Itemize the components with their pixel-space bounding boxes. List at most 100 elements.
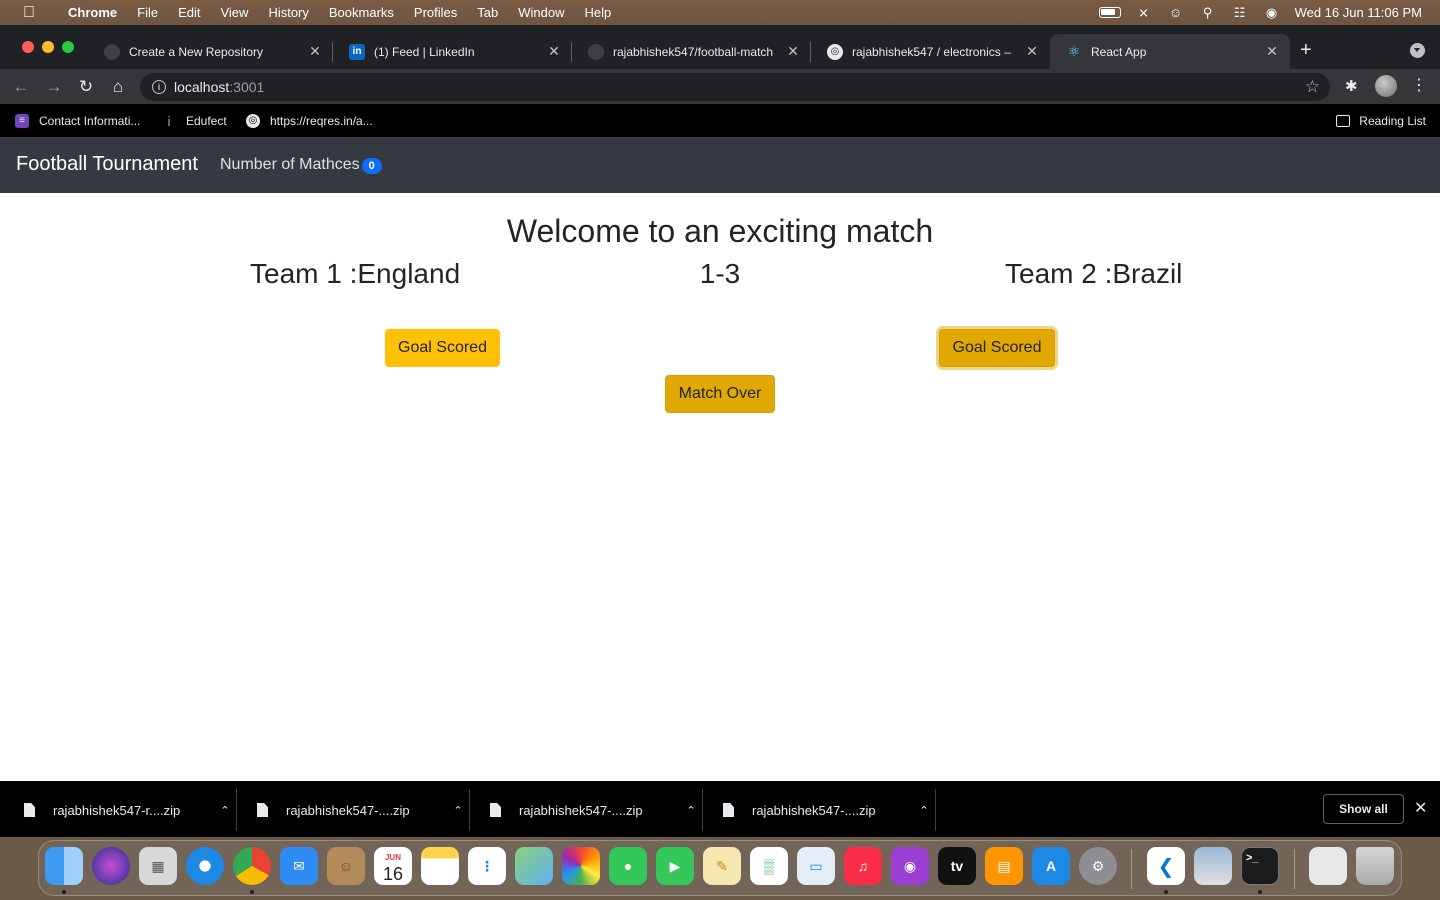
podcasts-icon[interactable]: ◉ [891,847,929,885]
reminders-icon[interactable]: ⋮ [468,847,506,885]
tab-create-repository[interactable]: Create a New Repository ✕ [88,34,333,69]
siri-icon[interactable]: ◉ [1263,5,1281,20]
show-all-downloads-button[interactable]: Show all [1323,794,1404,824]
address-bar[interactable]: i localhost :3001 ☆ [140,73,1330,101]
close-downloads-icon[interactable]: ✕ [1414,798,1427,818]
notes-icon[interactable] [421,847,459,885]
home-icon[interactable]: ⌂ [107,76,129,98]
battery-icon[interactable] [1098,7,1121,18]
menu-clock[interactable]: Wed 16 Jun 11:06 PM [1295,5,1422,20]
chrome-icon[interactable] [233,847,271,885]
trash-icon[interactable] [1356,847,1394,885]
wifi-icon[interactable]: ☺ [1167,5,1185,20]
control-center-icon[interactable]: ☷ [1231,5,1249,20]
bookmark-reqres[interactable]: ◎ https://reqres.in/a... [246,104,373,137]
chrome-menu-icon[interactable]: ⋮ [1411,75,1427,95]
menu-file[interactable]: File [127,5,168,20]
menu-edit[interactable]: Edit [168,5,210,20]
back-icon[interactable]: ← [10,76,32,98]
books-icon[interactable]: ▤ [985,847,1023,885]
download-item[interactable]: rajabhishek547-....zip ⌃ [237,789,470,831]
profile-avatar[interactable] [1375,75,1397,97]
download-filename: rajabhishek547-r....zip [53,802,181,818]
close-tab-icon[interactable]: ✕ [546,43,562,60]
menu-window[interactable]: Window [508,5,574,20]
close-tab-icon[interactable]: ✕ [1024,43,1040,60]
react-icon: ⚛ [1067,43,1081,59]
bookmarks-bar: ≡ Contact Informati... i Edufect ◎ https… [0,104,1440,137]
system-preferences-icon[interactable]: ⚙ [1079,847,1117,885]
chevron-up-icon[interactable]: ⌃ [213,804,237,817]
siri-icon[interactable] [92,847,130,885]
app-store-icon[interactable]: A [1032,847,1070,885]
info-icon: i [167,112,171,129]
site-info-icon[interactable]: i [152,80,166,94]
menu-history[interactable]: History [258,5,318,20]
spotlight-search-icon[interactable]: ⚲ [1199,5,1217,20]
download-item[interactable]: rajabhishek547-....zip ⌃ [470,789,703,831]
navbar-brand[interactable]: Football Tournament [16,153,198,176]
maps-icon[interactable] [515,847,553,885]
close-tab-icon[interactable]: ✕ [1264,43,1280,60]
matches-nav-link[interactable]: Number of Mathces 0 [220,156,382,174]
tab-electronics[interactable]: ◎ rajabhishek547 / electronics – ✕ [811,34,1050,69]
close-tab-icon[interactable]: ✕ [307,43,323,60]
new-tab-icon[interactable]: + [1300,40,1312,60]
apple-menu-icon[interactable]:  [0,4,58,22]
keynote-icon[interactable]: ▭ [797,847,835,885]
messages-icon[interactable]: ● [609,847,647,885]
downloads-stack-icon[interactable] [1309,847,1347,885]
music-icon[interactable]: ♫ [844,847,882,885]
match-over-button[interactable]: Match Over [665,375,775,413]
preview-icon[interactable] [1194,847,1232,885]
menu-app-name[interactable]: Chrome [58,5,127,20]
menu-extras: ⨯ ☺ ⚲ ☷ ◉ Wed 16 Jun 11:06 PM [1098,0,1422,25]
chevron-up-icon[interactable]: ⌃ [912,804,936,817]
tab-search-icon[interactable] [1410,43,1425,58]
bookmark-star-icon[interactable]: ☆ [1305,77,1320,97]
forward-icon[interactable]: → [43,76,65,98]
team2-goal-button[interactable]: Goal Scored [939,329,1055,367]
extensions-puzzle-icon[interactable]: ✱ [1345,77,1358,95]
apple-tv-icon[interactable]: tv [938,847,976,885]
launchpad-icon[interactable]: ▦ [139,847,177,885]
close-tab-icon[interactable]: ✕ [785,43,801,60]
team2-name: Team 2 :Brazil [1005,258,1183,289]
safari-icon[interactable] [186,847,224,885]
team1-goal-button[interactable]: Goal Scored [385,329,500,367]
file-icon [257,803,268,817]
script-editor-icon[interactable]: ✎ [703,847,741,885]
facetime-icon[interactable]: ▶ [656,847,694,885]
contacts-icon[interactable]: ☺ [327,847,365,885]
bluetooth-off-icon[interactable]: ⨯ [1135,5,1153,20]
numbers-icon[interactable]: ▒ [750,847,788,885]
terminal-icon[interactable]: >_ [1241,847,1279,885]
menu-profiles[interactable]: Profiles [404,5,467,20]
close-window-button[interactable] [22,41,34,53]
finder-icon[interactable] [45,847,83,885]
menu-bookmarks[interactable]: Bookmarks [319,5,404,20]
tab-linkedin[interactable]: in (1) Feed | LinkedIn ✕ [333,34,572,69]
menu-tab[interactable]: Tab [467,5,508,20]
downloads-bar: rajabhishek547-r....zip ⌃ rajabhishek547… [0,781,1440,837]
download-item[interactable]: rajabhishek547-r....zip ⌃ [4,789,237,831]
bookmark-edufect[interactable]: i Edufect [162,104,226,137]
tab-react-app[interactable]: ⚛ React App ✕ [1050,34,1290,69]
reading-list-button[interactable]: Reading List [1336,104,1426,137]
calendar-icon[interactable]: JUN 16 [374,847,412,885]
mail-icon[interactable]: ✉ [280,847,318,885]
minimize-window-button[interactable] [42,41,54,53]
download-filename: rajabhishek547-....zip [752,802,876,818]
vscode-icon[interactable]: ❮ [1147,847,1185,885]
menu-help[interactable]: Help [575,5,622,20]
photos-icon[interactable] [562,847,600,885]
page-heading: Welcome to an exciting match [506,213,934,249]
chevron-up-icon[interactable]: ⌃ [446,804,470,817]
download-item[interactable]: rajabhishek547-....zip ⌃ [703,789,936,831]
zoom-window-button[interactable] [62,41,74,53]
reload-icon[interactable]: ↻ [75,76,97,98]
menu-view[interactable]: View [210,5,258,20]
chevron-up-icon[interactable]: ⌃ [679,804,703,817]
bookmark-contact-information[interactable]: ≡ Contact Informati... [15,104,140,137]
tab-football-match-repo[interactable]: rajabhishek547/football-match ✕ [572,34,811,69]
